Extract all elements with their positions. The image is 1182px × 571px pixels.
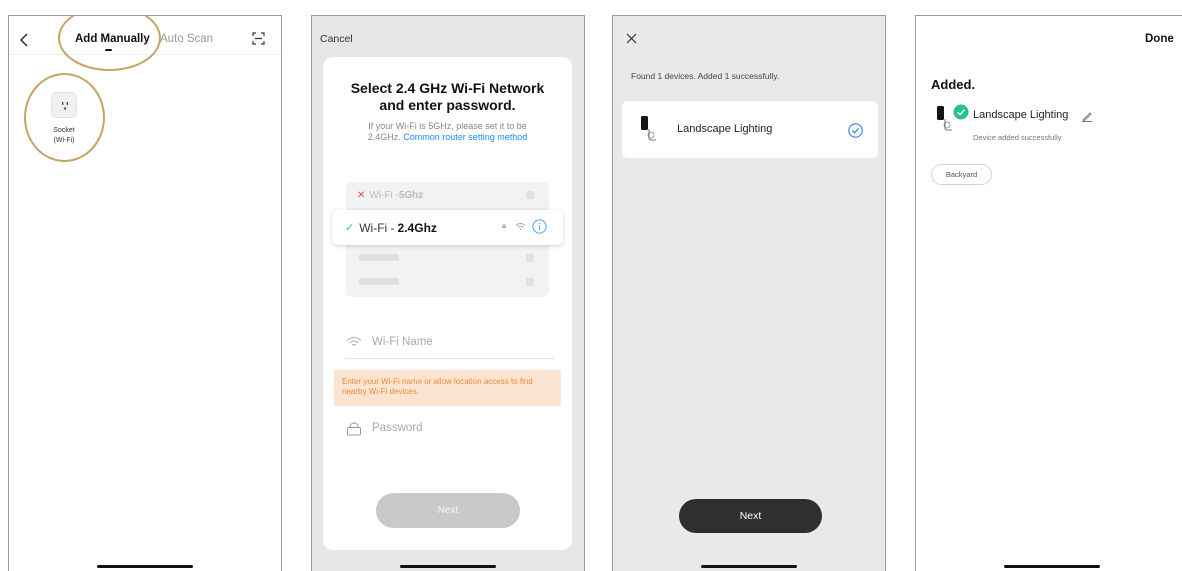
device-name: Landscape Lighting xyxy=(677,123,773,135)
close-icon[interactable] xyxy=(626,33,637,44)
next-button[interactable]: Next xyxy=(679,499,822,533)
scan-frame-icon[interactable] xyxy=(252,32,265,45)
added-heading: Added. xyxy=(931,77,976,92)
wifi-24ghz-band: 2.4Ghz xyxy=(397,220,437,235)
room-chip[interactable]: Backyard xyxy=(931,164,992,185)
field-underline xyxy=(346,358,554,359)
wifi-5ghz-row: ✕ Wi-Fi - 5Ghz xyxy=(357,185,537,205)
title-line1: Select 2.4 GHz Wi-Fi Network xyxy=(350,80,545,96)
description-line2: 2.4GHz. xyxy=(367,132,404,142)
wifi-name-input[interactable]: Wi-Fi Name xyxy=(372,336,433,348)
placeholder-square xyxy=(526,278,534,286)
description-line1: If your Wi-Fi is 5GHz, please set it to … xyxy=(368,121,527,131)
placeholder-square xyxy=(526,191,534,199)
wifi-5ghz-band: 5Ghz xyxy=(398,189,424,201)
password-input[interactable]: Password xyxy=(372,422,423,434)
highlight-circle xyxy=(24,73,105,162)
wifi-card: Select 2.4 GHz Wi-Fi Network and enter p… xyxy=(323,57,572,550)
wifi-icon xyxy=(346,337,362,346)
home-indicator xyxy=(400,565,496,568)
placeholder-bar xyxy=(359,278,399,285)
device-status: Device added successfully xyxy=(973,133,1062,142)
scan-status: Found 1 devices. Added 1 successfully. xyxy=(631,71,780,81)
wifi-setup-screen: Cancel Select 2.4 GHz Wi-Fi Network and … xyxy=(311,15,585,571)
check-circle-icon[interactable] xyxy=(848,123,863,138)
add-device-screen: Add Manually Auto Scan Socket (Wi-Fi) xyxy=(8,15,282,571)
router-setting-link[interactable]: Common router setting method xyxy=(403,132,527,142)
success-check-icon xyxy=(953,104,969,120)
tab-auto-scan[interactable]: Auto Scan xyxy=(160,33,213,45)
next-button[interactable]: Next xyxy=(376,493,520,528)
info-icon[interactable] xyxy=(532,219,547,234)
scan-result-screen: Found 1 devices. Added 1 successfully. L… xyxy=(612,15,886,571)
highlight-circle xyxy=(58,16,161,71)
home-indicator xyxy=(701,565,797,568)
home-indicator xyxy=(97,565,193,568)
device-added-screen: Done Added. Landscape Lighting Device ad… xyxy=(915,15,1182,571)
wifi-24ghz-label: Wi-Fi - xyxy=(359,220,395,235)
done-button[interactable]: Done xyxy=(1145,33,1174,45)
placeholder-bar xyxy=(359,254,399,261)
wifi-signal-icon xyxy=(515,223,526,231)
device-name: Landscape Lighting xyxy=(973,109,1069,121)
wifi-24ghz-row: ✓ Wi-Fi - 2.4Ghz 🔒︎ xyxy=(332,210,563,245)
wifi-5ghz-label: Wi-Fi - xyxy=(369,189,399,201)
placeholder-square xyxy=(526,254,534,262)
wifi-name-field[interactable]: Wi-Fi Name xyxy=(346,330,554,354)
landscape-light-icon xyxy=(641,116,656,141)
lock-icon: 🔒︎ xyxy=(502,221,507,230)
edit-pencil-icon[interactable] xyxy=(1081,110,1093,122)
home-indicator xyxy=(1004,565,1100,568)
cross-icon: ✕ xyxy=(357,189,366,201)
lock-icon xyxy=(347,422,361,435)
password-field[interactable]: Password xyxy=(346,416,554,440)
chevron-left-icon[interactable] xyxy=(19,33,29,47)
title-line2: and enter password. xyxy=(379,97,516,113)
cancel-button[interactable]: Cancel xyxy=(320,33,353,45)
check-icon: ✓ xyxy=(345,222,355,234)
location-warning: Enter your Wi-Fi name or allow location … xyxy=(334,370,561,406)
device-card[interactable]: Landscape Lighting xyxy=(622,101,878,158)
